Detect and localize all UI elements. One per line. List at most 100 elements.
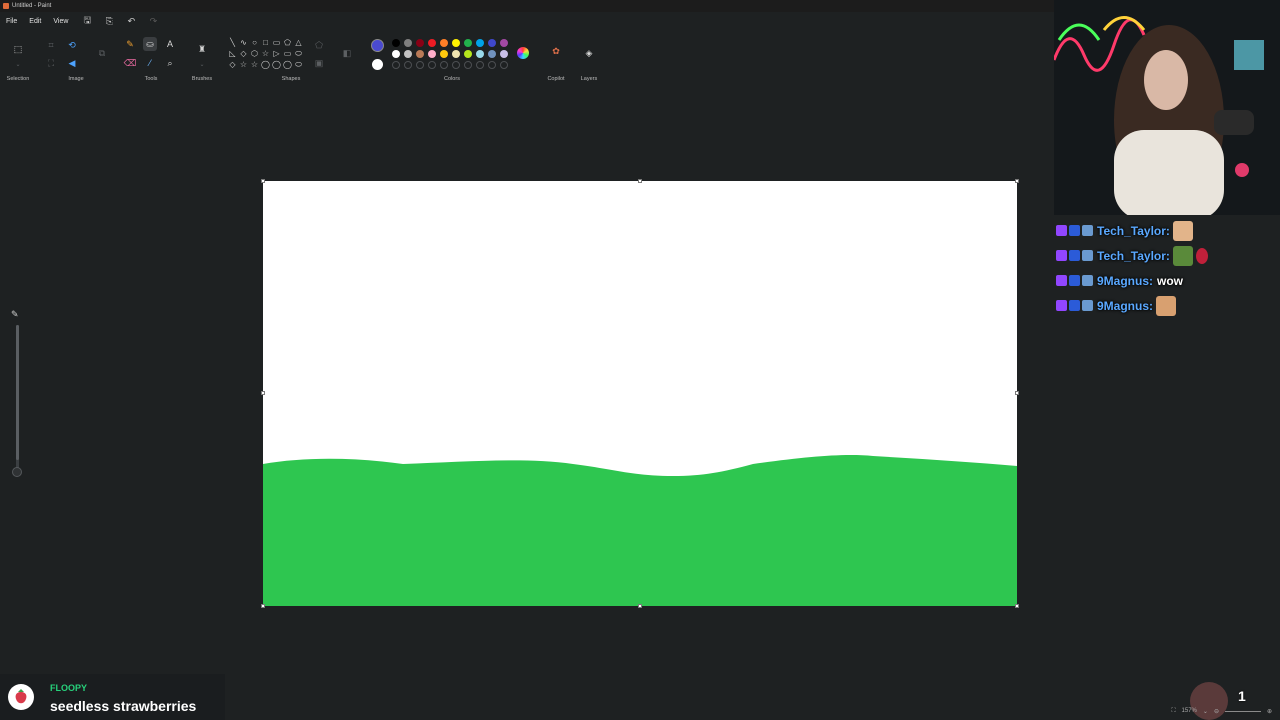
fill-bucket-icon[interactable]: ⛀ [143,37,157,51]
resize-handle-bottom-right[interactable] [1015,604,1019,608]
shape-fill-icon[interactable]: ◧ [340,46,354,60]
custom-color-slot[interactable] [428,61,436,69]
custom-color-slot[interactable] [476,61,484,69]
resize-handle-top-left[interactable] [261,179,265,183]
palette-swatch-1-0[interactable] [392,39,400,47]
palette-swatch-2-8[interactable] [488,50,496,58]
menu-edit[interactable]: Edit [23,18,47,25]
resize-handle-bottom[interactable] [638,604,642,608]
shape-8-icon[interactable]: ◇ [238,48,249,59]
layers-icon[interactable]: ◈ [582,46,596,60]
shape-5-icon[interactable]: ⬠ [282,37,293,48]
resize-handle-top-right[interactable] [1015,179,1019,183]
shape-19-icon[interactable]: ◯ [282,59,293,70]
fit-to-window-icon[interactable]: ⛶ [1171,708,1175,715]
edit-colors-icon[interactable] [517,47,529,59]
share-icon[interactable]: ⎘ [100,14,118,28]
slider-knob[interactable] [12,467,22,477]
canvas-surface[interactable] [263,181,1017,606]
select-rectangle-icon[interactable]: ⬚ [11,42,25,56]
fill-style-icon[interactable]: ▣ [312,56,326,70]
copilot-icon[interactable]: ✿ [549,44,563,58]
shape-3-icon[interactable]: □ [260,37,271,48]
secondary-color-swatch[interactable] [372,59,383,70]
shape-18-icon[interactable]: ◯ [271,59,282,70]
magnifier-icon[interactable]: ⌕ [163,56,177,70]
shape-1-icon[interactable]: ∿ [238,37,249,48]
custom-color-slot[interactable] [392,61,400,69]
chevron-down-icon[interactable]: ⌄ [1203,708,1208,715]
shape-17-icon[interactable]: ◯ [260,59,271,70]
shape-16-icon[interactable]: ☆ [249,59,260,70]
palette-swatch-2-0[interactable] [392,50,400,58]
brush-size-slider[interactable]: ✎ [10,309,24,484]
copilot-label: Copilot [547,76,565,82]
zoom-slider[interactable] [1224,710,1261,712]
image-background-icon[interactable]: ⛶ [44,56,58,70]
custom-color-slot[interactable] [440,61,448,69]
shape-14-icon[interactable]: ◇ [227,59,238,70]
resize-handle-top[interactable] [638,179,642,183]
flip-icon[interactable]: ◀ [65,56,79,70]
custom-color-slot[interactable] [488,61,496,69]
shape-4-icon[interactable]: ▭ [271,37,282,48]
palette-swatch-1-4[interactable] [440,39,448,47]
redo-icon[interactable]: ↷ [144,14,162,28]
zoom-in-icon[interactable]: ⊕ [1267,708,1272,715]
custom-color-slot[interactable] [416,61,424,69]
shape-20-icon[interactable]: ⬭ [293,59,304,70]
zoom-out-icon[interactable]: ⊖ [1214,708,1219,715]
palette-swatch-1-2[interactable] [416,39,424,47]
shape-0-icon[interactable]: ╲ [227,37,238,48]
shape-13-icon[interactable]: ⬭ [293,48,304,59]
eraser-icon[interactable]: ⌫ [123,56,137,70]
color-picker-icon[interactable]: ⁄ [143,56,157,70]
palette-swatch-1-8[interactable] [488,39,496,47]
shape-6-icon[interactable]: △ [293,37,304,48]
shape-15-icon[interactable]: ☆ [238,59,249,70]
palette-swatch-1-5[interactable] [452,39,460,47]
resize-handle-bottom-left[interactable] [261,604,265,608]
shape-11-icon[interactable]: ▷ [271,48,282,59]
save-icon[interactable]: 🖫 [78,14,96,28]
palette-swatch-2-3[interactable] [428,50,436,58]
custom-color-slot[interactable] [464,61,472,69]
palette-swatch-2-7[interactable] [476,50,484,58]
chevron-down-icon[interactable]: ⌄ [195,57,209,71]
chevron-down-icon[interactable]: ⌄ [11,57,25,71]
shape-10-icon[interactable]: ☆ [260,48,271,59]
palette-swatch-2-5[interactable] [452,50,460,58]
custom-color-slot[interactable] [452,61,460,69]
drawing-canvas[interactable] [261,179,1019,608]
shape-7-icon[interactable]: ◺ [227,48,238,59]
zoom-level[interactable]: 157% [1182,708,1197,714]
rotate-icon[interactable]: ⟲ [65,38,79,52]
shape-9-icon[interactable]: ⬡ [249,48,260,59]
custom-color-slot[interactable] [404,61,412,69]
palette-swatch-1-9[interactable] [500,39,508,47]
resize-icon[interactable]: ⧉ [95,46,109,60]
palette-swatch-2-6[interactable] [464,50,472,58]
pencil-icon[interactable]: ✎ [123,37,137,51]
crop-icon[interactable]: ⌗ [44,38,58,52]
brush-icon[interactable]: ♜ [195,42,209,56]
outline-icon[interactable]: ⬠ [312,38,326,52]
palette-swatch-2-1[interactable] [404,50,412,58]
resize-handle-left[interactable] [261,391,265,395]
menu-file[interactable]: File [0,18,23,25]
palette-swatch-1-1[interactable] [404,39,412,47]
shape-12-icon[interactable]: ▭ [282,48,293,59]
palette-swatch-1-6[interactable] [464,39,472,47]
palette-swatch-1-7[interactable] [476,39,484,47]
palette-swatch-1-3[interactable] [428,39,436,47]
primary-color-swatch[interactable] [371,39,384,52]
custom-color-slot[interactable] [500,61,508,69]
menu-view[interactable]: View [47,18,74,25]
text-icon[interactable]: A [163,37,177,51]
undo-icon[interactable]: ↶ [122,14,140,28]
palette-swatch-2-9[interactable] [500,50,508,58]
resize-handle-right[interactable] [1015,391,1019,395]
shape-2-icon[interactable]: ○ [249,37,260,48]
palette-swatch-2-4[interactable] [440,50,448,58]
palette-swatch-2-2[interactable] [416,50,424,58]
